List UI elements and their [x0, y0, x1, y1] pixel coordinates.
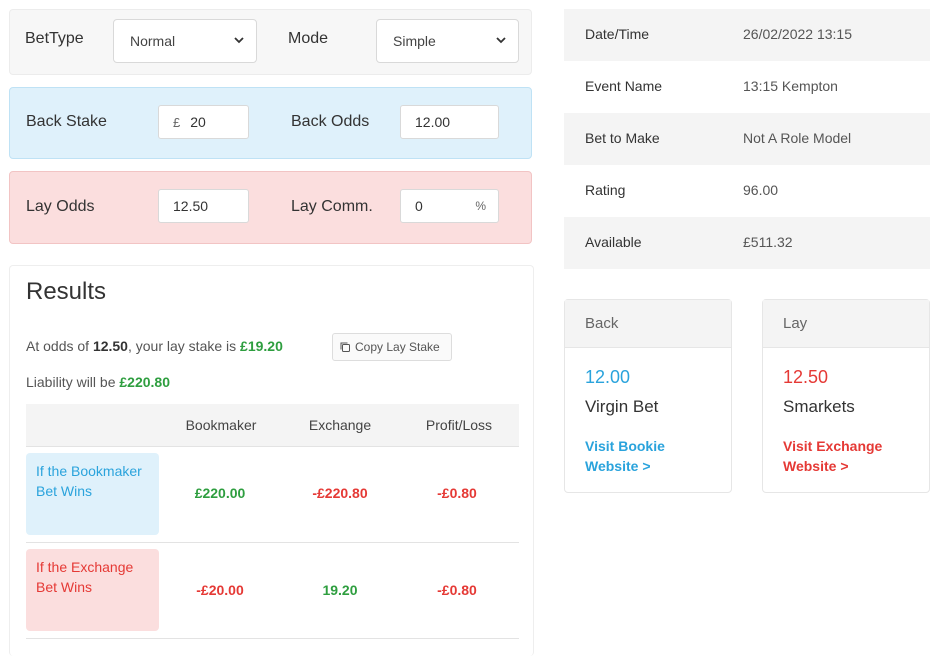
mode-label: Mode: [288, 30, 329, 47]
scenario-exchange-wins: If the Exchange Bet Wins: [26, 549, 159, 631]
back-card-odds: 12.00: [585, 367, 631, 387]
back-card-header: Back: [565, 300, 731, 348]
table-cell-bookmaker: £220.00: [194, 485, 246, 501]
lay-stake-value: £19.20: [240, 338, 283, 354]
col-header-exchange: Exchange: [308, 417, 372, 433]
lay-card-odds: 12.50: [783, 367, 829, 387]
lay-comm-input[interactable]: 0 %: [400, 189, 499, 223]
visit-bookie-link[interactable]: Visit Bookie Website >: [585, 436, 715, 476]
lay-card-exchange-name: Smarkets: [783, 397, 855, 416]
info-row-event: Event Name 13:15 Kempton: [564, 61, 930, 113]
lay-odds-input[interactable]: 12.50: [158, 189, 249, 223]
summary-text: , your lay stake is: [127, 338, 241, 354]
back-odds-input[interactable]: 12.00: [400, 105, 499, 139]
info-key: Rating: [585, 182, 626, 198]
summary-text: Liability will be: [26, 374, 120, 390]
info-key: Event Name: [585, 78, 663, 94]
lay-odds-label: Lay Odds: [26, 198, 95, 215]
chevron-down-icon: [496, 37, 506, 44]
col-header-profit-loss: Profit/Loss: [425, 417, 493, 433]
info-value: 96.00: [743, 182, 779, 198]
lay-comm-value: 0: [415, 198, 423, 214]
lay-stake-summary: At odds of 12.50, your lay stake is £19.…: [26, 338, 283, 354]
percent-suffix: %: [475, 199, 486, 213]
info-row-datetime: Date/Time 26/02/2022 13:15: [564, 9, 930, 61]
back-stake-input[interactable]: £ 20: [158, 105, 249, 139]
back-card-title: Back: [585, 315, 619, 332]
table-cell-exchange: 19.20: [322, 582, 358, 598]
table-cell-bookmaker: -£20.00: [196, 582, 244, 598]
info-value: £511.32: [743, 234, 793, 250]
lay-exchange-card: Lay 12.50 Smarkets Visit Exchange Websit…: [762, 299, 930, 493]
results-panel: Results At odds of 12.50, your lay stake…: [9, 265, 534, 656]
lay-odds-value: 12.50: [173, 198, 209, 214]
lay-bet-panel: Lay Odds 12.50 Lay Comm. 0 %: [9, 171, 532, 244]
back-card-bookie-name: Virgin Bet: [585, 397, 659, 416]
info-value: 13:15 Kempton: [743, 78, 838, 94]
info-key: Date/Time: [585, 26, 650, 42]
lay-odds-highlight: 12.50: [92, 338, 128, 354]
info-value: 26/02/2022 13:15: [743, 26, 852, 42]
back-bookie-card: Back 12.00 Virgin Bet Visit Bookie Websi…: [564, 299, 732, 493]
row-divider: [26, 542, 519, 543]
table-cell-profit-loss: -£0.80: [437, 485, 477, 501]
row-divider: [26, 446, 519, 447]
info-row-rating: Rating 96.00: [564, 165, 930, 217]
results-table-header: Bookmaker Exchange Profit/Loss: [26, 404, 519, 446]
back-stake-label: Back Stake: [26, 113, 107, 130]
table-cell-profit-loss: -£0.80: [437, 582, 477, 598]
back-bet-panel: Back Stake £ 20 Back Odds 12.00: [9, 87, 532, 159]
copy-icon: [340, 342, 350, 352]
back-odds-value: 12.00: [415, 114, 451, 130]
currency-prefix: £: [173, 114, 181, 130]
info-value: Not A Role Model: [743, 130, 852, 146]
info-row-available: Available £511.32: [564, 217, 930, 269]
info-key: Bet to Make: [585, 130, 660, 146]
bet-settings-panel: BetType Normal Mode Simple: [9, 9, 532, 75]
mode-select[interactable]: Simple: [376, 19, 519, 63]
lay-card-header: Lay: [763, 300, 929, 348]
info-row-bet: Bet to Make Not A Role Model: [564, 113, 930, 165]
mode-value: Simple: [393, 33, 436, 49]
back-odds-label: Back Odds: [291, 113, 370, 130]
col-header-bookmaker: Bookmaker: [185, 417, 257, 433]
visit-exchange-link[interactable]: Visit Exchange Website >: [783, 436, 913, 476]
summary-text: At odds of: [26, 338, 93, 354]
liability-summary: Liability will be £220.80: [26, 374, 170, 390]
row-divider: [26, 638, 519, 639]
scenario-bookmaker-wins: If the Bookmaker Bet Wins: [26, 453, 159, 535]
bet-type-label: BetType: [25, 30, 84, 47]
liability-value: £220.80: [119, 374, 170, 390]
chevron-down-icon: [234, 37, 244, 44]
lay-comm-label: Lay Comm.: [291, 198, 373, 215]
bet-info-table: Date/Time 26/02/2022 13:15 Event Name 13…: [564, 9, 930, 269]
table-cell-exchange: -£220.80: [312, 485, 368, 501]
copy-lay-stake-button[interactable]: Copy Lay Stake: [332, 333, 452, 361]
back-stake-value: 20: [190, 114, 206, 130]
results-title: Results: [26, 278, 107, 305]
copy-lay-stake-label: Copy Lay Stake: [355, 340, 440, 354]
info-key: Available: [585, 234, 642, 250]
bet-type-value: Normal: [130, 33, 176, 49]
bet-type-select[interactable]: Normal: [113, 19, 257, 63]
lay-card-title: Lay: [783, 315, 808, 332]
